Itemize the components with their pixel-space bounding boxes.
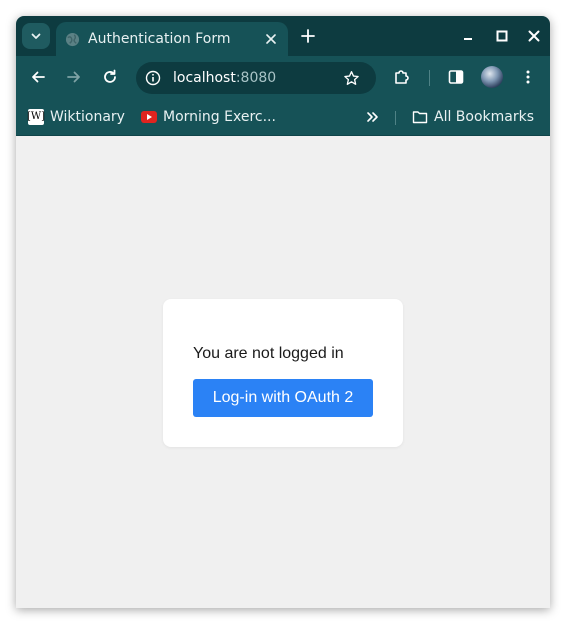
minimize-icon[interactable] bbox=[460, 28, 476, 44]
kebab-menu-icon[interactable] bbox=[518, 67, 538, 87]
bookmark-wiktionary[interactable]: [W] Wiktionary bbox=[27, 108, 125, 126]
auth-card: You are not logged in Log-in with OAuth … bbox=[163, 299, 403, 447]
globe-icon bbox=[65, 32, 80, 47]
new-tab-plus-icon[interactable] bbox=[299, 27, 317, 45]
tab-search-button[interactable] bbox=[22, 23, 50, 49]
forward-arrow-icon[interactable] bbox=[64, 67, 84, 87]
login-status-text: You are not logged in bbox=[193, 345, 344, 362]
all-bookmarks[interactable]: All Bookmarks bbox=[412, 108, 534, 126]
double-chevron-right-icon[interactable] bbox=[365, 108, 381, 126]
oauth-login-button[interactable]: Log-in with OAuth 2 bbox=[193, 379, 373, 417]
bookmark-label: Wiktionary bbox=[50, 109, 125, 125]
bookmark-label: Morning Exerc... bbox=[163, 109, 276, 125]
bookmarks-bar: [W] Wiktionary Morning Exerc... All Book… bbox=[16, 98, 550, 136]
profile-avatar[interactable] bbox=[481, 66, 503, 88]
url-text: localhost:8080 bbox=[173, 70, 276, 86]
screen: Authentication Form localhost:8080 [W] W… bbox=[0, 0, 566, 624]
bookmark-star-icon[interactable] bbox=[342, 69, 360, 87]
toolbar-divider bbox=[429, 70, 430, 86]
site-info-icon[interactable] bbox=[145, 70, 161, 86]
browser-window: Authentication Form localhost:8080 [W] W… bbox=[16, 16, 550, 608]
bookmark-morning-exercise[interactable]: Morning Exerc... bbox=[141, 108, 276, 126]
tab-authentication-form[interactable]: Authentication Form bbox=[56, 22, 288, 56]
extensions-puzzle-icon[interactable] bbox=[392, 67, 412, 87]
url-host: localhost bbox=[173, 70, 236, 86]
tab-strip: Authentication Form bbox=[16, 16, 550, 56]
close-tab-icon[interactable] bbox=[263, 31, 279, 47]
side-panel-icon[interactable] bbox=[446, 67, 466, 87]
url-port: :8080 bbox=[235, 70, 277, 86]
maximize-icon[interactable] bbox=[494, 28, 510, 44]
address-bar[interactable]: localhost:8080 bbox=[136, 62, 376, 94]
browser-toolbar: localhost:8080 bbox=[16, 56, 550, 98]
chevron-down-icon bbox=[30, 27, 42, 46]
close-window-icon[interactable] bbox=[526, 28, 542, 44]
page-content: You are not logged in Log-in with OAuth … bbox=[16, 137, 550, 608]
back-arrow-icon[interactable] bbox=[28, 67, 48, 87]
bookmarks-divider bbox=[395, 111, 396, 125]
folder-icon bbox=[412, 109, 428, 125]
tab-title: Authentication Form bbox=[88, 31, 231, 47]
all-bookmarks-label: All Bookmarks bbox=[434, 109, 535, 125]
wiktionary-icon: [W] bbox=[27, 109, 45, 125]
reload-icon[interactable] bbox=[100, 67, 120, 87]
youtube-icon bbox=[141, 109, 157, 125]
